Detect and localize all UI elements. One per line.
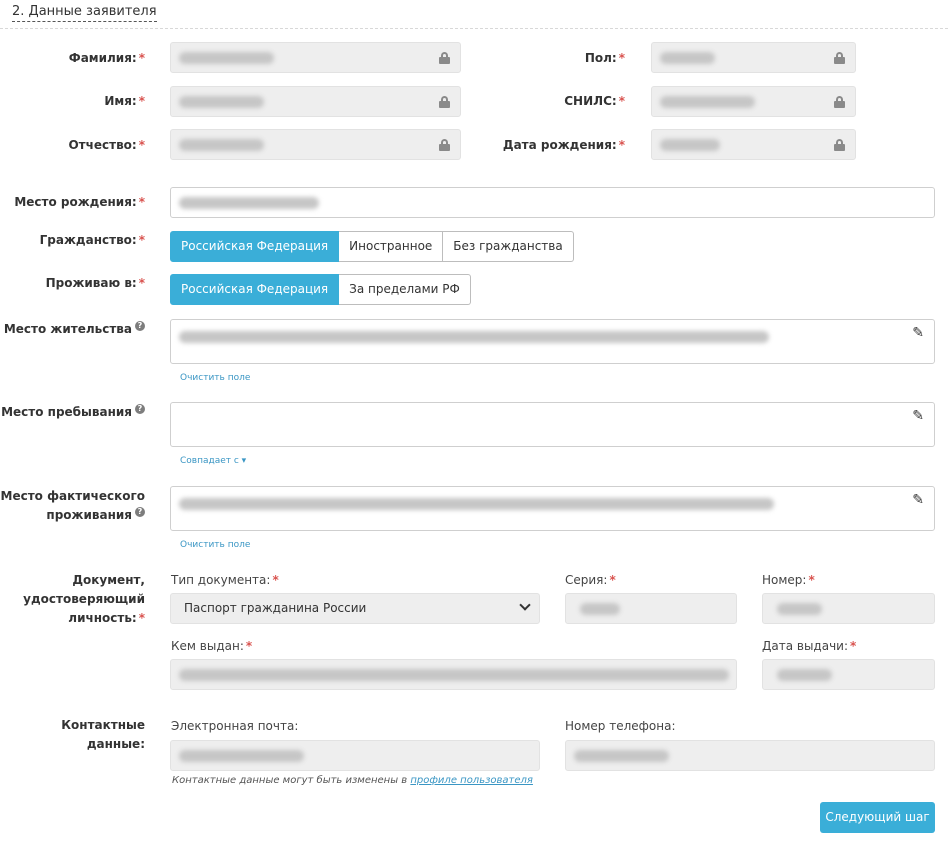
stay-input[interactable]: ✎ (170, 402, 935, 447)
actual-residence-input[interactable]: ✎ (170, 486, 935, 531)
residing-option-rf[interactable]: Российская Федерация (170, 274, 340, 305)
lastname-hidden-value (179, 52, 274, 64)
section-divider (0, 28, 948, 29)
citizenship-label: Гражданство: * (39, 233, 145, 247)
pencil-icon[interactable]: ✎ (912, 409, 924, 423)
gender-hidden-value (660, 52, 715, 64)
contacts-label: Контактные данные: (61, 718, 145, 751)
residing-in-label: Проживаю в: * (45, 276, 145, 290)
issue-date-label: Дата выдачи: * (762, 639, 857, 653)
firstname-field[interactable] (170, 86, 461, 117)
number-hidden-value (777, 603, 822, 615)
matches-with-dropdown[interactable]: Совпадает с ▾ (180, 455, 246, 467)
actual-residence-hidden-value (179, 498, 774, 510)
birthdate-field[interactable] (651, 129, 856, 160)
firstname-label: Имя: * (104, 94, 145, 108)
gender-field[interactable] (651, 42, 856, 73)
question-icon[interactable]: ? (135, 321, 145, 331)
question-icon[interactable]: ? (135, 507, 145, 517)
citizenship-option-foreign[interactable]: Иностранное (339, 231, 444, 262)
residence-input[interactable]: ✎ (170, 319, 935, 364)
email-field[interactable] (170, 740, 540, 771)
series-field[interactable] (565, 593, 737, 624)
email-label: Электронная почта: (171, 719, 299, 733)
issued-by-label: Кем выдан: * (171, 639, 253, 653)
phone-hidden-value (574, 750, 669, 762)
clear-actual-residence-link[interactable]: Очистить поле (180, 539, 250, 551)
issued-by-field[interactable] (170, 659, 737, 690)
snils-field[interactable] (651, 86, 856, 117)
number-field[interactable] (762, 593, 935, 624)
patronymic-label: Отчество: * (68, 138, 145, 152)
citizenship-selector: Российская Федерация Иностранное Без гра… (170, 231, 574, 262)
lock-icon (834, 52, 845, 64)
series-hidden-value (580, 603, 620, 615)
lock-icon (834, 139, 845, 151)
pencil-icon[interactable]: ✎ (912, 326, 924, 340)
document-type-select[interactable]: Паспорт гражданина России (170, 593, 540, 624)
gender-label: Пол: * (584, 51, 625, 65)
phone-label: Номер телефона: (565, 719, 676, 733)
number-label: Номер: * (762, 573, 815, 587)
birthplace-label: Место рождения: * (14, 195, 145, 209)
issue-date-hidden-value (777, 669, 832, 681)
question-icon[interactable]: ? (135, 404, 145, 414)
chevron-down-icon (519, 599, 531, 611)
contacts-note: Контактные данные могут быть изменены в … (172, 775, 533, 786)
issued-by-hidden-value (179, 669, 729, 681)
document-type-value: Паспорт гражданина России (184, 601, 367, 615)
snils-label: СНИЛС: * (564, 94, 625, 108)
lock-icon (439, 139, 450, 151)
patronymic-field[interactable] (170, 129, 461, 160)
pencil-icon[interactable]: ✎ (912, 493, 924, 507)
firstname-hidden-value (179, 96, 264, 108)
lastname-field[interactable] (170, 42, 461, 73)
birthplace-input[interactable] (170, 187, 935, 218)
stay-label: Место пребывания? (1, 403, 145, 422)
phone-field[interactable] (565, 740, 935, 771)
lock-icon (439, 52, 450, 64)
patronymic-hidden-value (179, 139, 264, 151)
lock-icon (834, 96, 845, 108)
next-step-button[interactable]: Следующий шаг (820, 802, 935, 833)
lock-icon (439, 96, 450, 108)
citizenship-option-rf[interactable]: Российская Федерация (170, 231, 340, 262)
residing-option-abroad[interactable]: За пределами РФ (339, 274, 471, 305)
citizenship-option-stateless[interactable]: Без гражданства (443, 231, 574, 262)
lastname-label: Фамилия: * (68, 51, 145, 65)
residence-label: Место жительства? (4, 320, 145, 339)
clear-residence-link[interactable]: Очистить поле (180, 372, 250, 384)
residing-in-selector: Российская Федерация За пределами РФ (170, 274, 471, 305)
email-hidden-value (179, 750, 304, 762)
birthplace-hidden-value (179, 197, 319, 209)
snils-hidden-value (660, 96, 755, 108)
birthdate-label: Дата рождения: * (502, 138, 625, 152)
issue-date-field[interactable] (762, 659, 935, 690)
user-profile-link[interactable]: профиле пользователя (410, 775, 533, 786)
document-type-label: Тип документа: * (171, 573, 279, 587)
residence-hidden-value (179, 331, 769, 343)
actual-residence-label: Место фактического проживания? (0, 489, 145, 522)
birthdate-hidden-value (660, 139, 720, 151)
document-label: Документ, удостоверяющий личность: * (23, 573, 145, 625)
series-label: Серия: * (565, 573, 616, 587)
section-title: 2. Данные заявителя (12, 4, 157, 22)
